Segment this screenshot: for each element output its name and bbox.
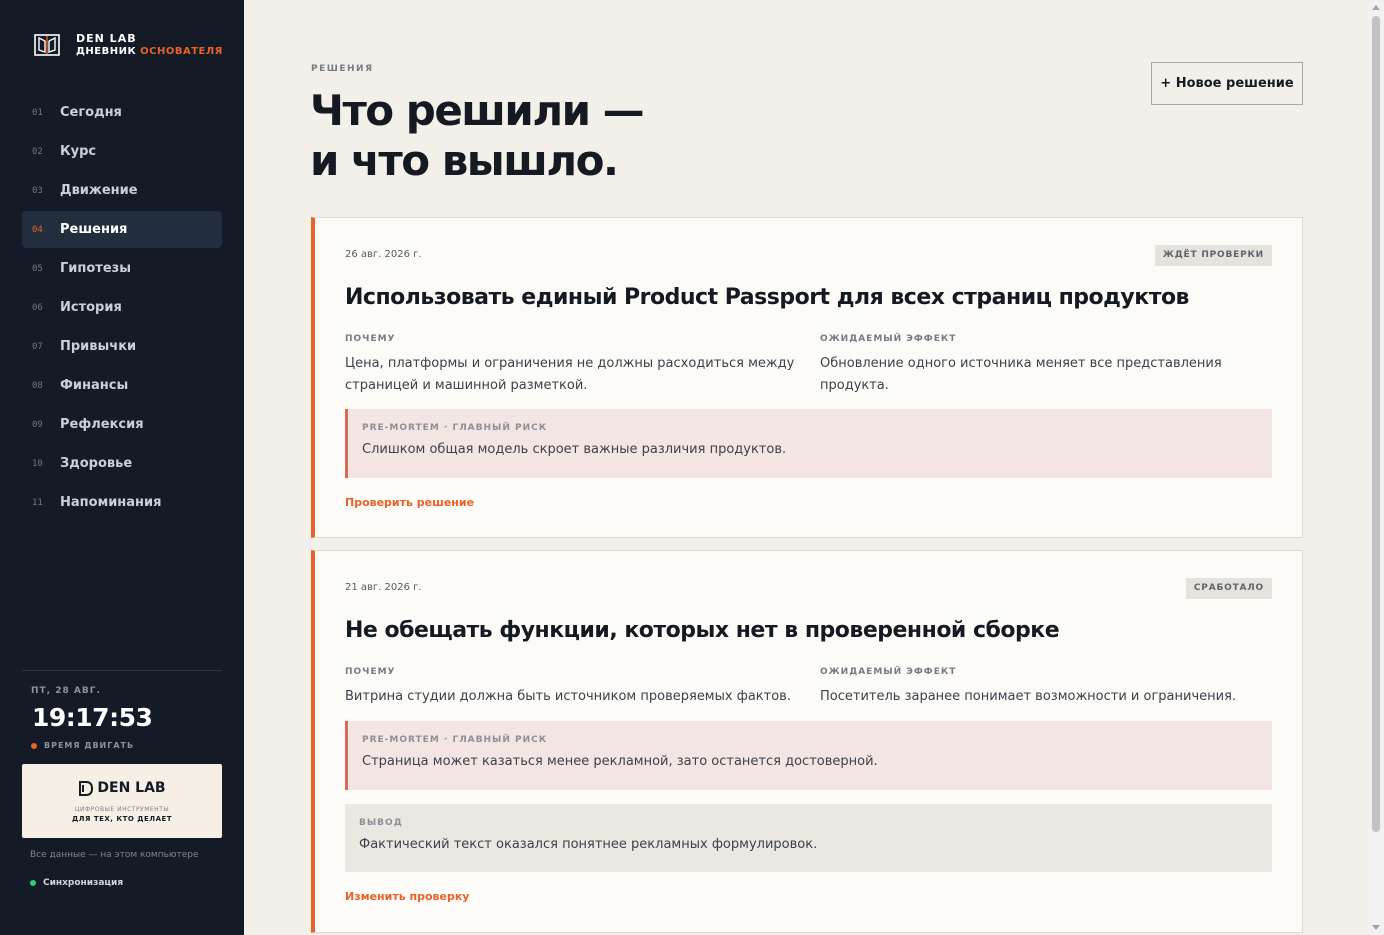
nav-item-number: 07 (32, 341, 43, 352)
nav-item-label: Движение (60, 183, 138, 198)
sync-label: Синхронизация (43, 878, 124, 888)
den-lab-mark-icon (79, 780, 94, 796)
effect-column: ОЖИДАЕМЫЙ ЭФФЕКТ Обновление одного источ… (820, 334, 1270, 397)
page-title-line1: Что решили — (310, 86, 645, 135)
main-content: РЕШЕНИЯ Что решили — и что вышло. + Ново… (244, 0, 1368, 935)
why-label: ПОЧЕМУ (345, 334, 396, 344)
why-text: Цена, платформы и ограничения не должны … (345, 356, 795, 393)
den-lab-logo-icon (34, 34, 60, 56)
nav-item-number: 11 (32, 497, 43, 508)
risk-label: PRE-MORTEM · ГЛАВНЫЙ РИСК (362, 423, 548, 433)
motto-text: ВРЕМЯ ДВИГАТЬ (44, 741, 135, 750)
nav-item-number: 06 (32, 302, 43, 313)
nav-item-history[interactable]: 06 История (22, 289, 222, 326)
nav-item-number: 01 (32, 107, 43, 118)
nav-item-today[interactable]: 01 Сегодня (22, 94, 222, 131)
new-decision-button[interactable]: + Новое решение (1151, 62, 1303, 105)
decision-date: 21 авг. 2026 г. (345, 582, 422, 593)
nav-item-reminders[interactable]: 11 Напоминания (22, 484, 222, 521)
conclusion-label: ВЫВОД (359, 818, 403, 828)
promo-tagline: ДЛЯ ТЕХ, КТО ДЕЛАЕТ (71, 815, 173, 823)
nav-item-label: Привычки (60, 339, 137, 354)
nav-item-movement[interactable]: 03 Движение (22, 172, 222, 209)
brand-name: DEN LAB (76, 32, 137, 45)
nav-item-number: 04 (32, 224, 43, 235)
check-decision-link[interactable]: Проверить решение (345, 496, 474, 509)
promo-subtitle: ЦИФРОВЫЕ ИНСТРУМЕНТЫ (74, 806, 170, 813)
sidebar: DEN LAB ДНЕВНИК ОСНОВАТЕЛЯ 01 Сегодня 02 К… (0, 0, 244, 935)
effect-text: Посетитель заранее понимает возможности … (820, 689, 1237, 704)
page-title-line2: и что вышло. (310, 136, 619, 185)
decision-card: 26 авг. 2026 г. ЖДЁТ ПРОВЕРКИ Использова… (311, 217, 1303, 538)
premortem-risk-box: PRE-MORTEM · ГЛАВНЫЙ РИСК Страница может… (345, 721, 1272, 790)
scrollbar-thumb[interactable] (1372, 16, 1380, 832)
nav-item-number: 09 (32, 419, 43, 430)
brand-subtitle-accent: ОСНОВАТЕЛЯ (140, 46, 223, 57)
decision-card: 21 авг. 2026 г. СРАБОТАЛО Не обещать фун… (311, 550, 1303, 933)
nav-item-reflection[interactable]: 09 Рефлексия (22, 406, 222, 443)
nav-item-label: Гипотезы (60, 261, 131, 276)
status-badge: СРАБОТАЛО (1185, 578, 1272, 599)
nav-item-number: 02 (32, 146, 43, 157)
sidebar-footer: ПТ, 28 АВГ. 19:17:53 ВРЕМЯ ДВИГАТЬ DEN L… (22, 670, 222, 888)
conclusion-text: Фактический текст оказался понятнее рекл… (359, 837, 818, 852)
nav-item-course[interactable]: 02 Курс (22, 133, 222, 170)
main-nav: 01 Сегодня 02 Курс 03 Движение 04 Решения 05… (22, 94, 222, 523)
conclusion-box: ВЫВОД Фактический текст оказался понятне… (345, 804, 1272, 872)
brand-subtitle: ДНЕВНИК ОСНОВАТЕЛЯ (76, 45, 223, 58)
nav-item-number: 10 (32, 458, 43, 469)
decision-date: 26 авг. 2026 г. (345, 249, 422, 260)
effect-label: ОЖИДАЕМЫЙ ЭФФЕКТ (820, 334, 957, 344)
promo-title-text: DEN LAB (97, 780, 166, 796)
scroll-up-icon[interactable] (1372, 5, 1380, 10)
nav-item-label: Сегодня (60, 105, 122, 120)
effect-column: ОЖИДАЕМЫЙ ЭФФЕКТ Посетитель заранее пони… (820, 667, 1270, 708)
decision-title: Использовать единый Product Passport для… (345, 285, 1189, 310)
page-scrollbar[interactable] (1368, 0, 1384, 935)
page-title: Что решили — и что вышло. (310, 86, 910, 186)
sync-status-dot-icon (30, 880, 36, 886)
nav-item-label: Напоминания (60, 495, 162, 510)
nav-item-number: 03 (32, 185, 43, 196)
nav-item-decisions[interactable]: 04 Решения (22, 211, 222, 248)
why-column: ПОЧЕМУ Витрина студии должна быть источн… (345, 667, 795, 708)
risk-text: Страница может казаться менее рекламной,… (362, 754, 878, 769)
motto-dot-icon (31, 742, 37, 749)
nav-item-label: Решения (60, 222, 128, 237)
premortem-risk-box: PRE-MORTEM · ГЛАВНЫЙ РИСК Слишком общая … (345, 409, 1272, 478)
nav-item-label: История (60, 300, 122, 315)
effect-label: ОЖИДАЕМЫЙ ЭФФЕКТ (820, 667, 957, 677)
nav-item-finance[interactable]: 08 Финансы (22, 367, 222, 404)
nav-item-number: 08 (32, 380, 43, 391)
decision-title: Не обещать функции, которых нет в провер… (345, 618, 1060, 643)
nav-item-label: Финансы (60, 378, 129, 393)
nav-item-health[interactable]: 10 Здоровье (22, 445, 222, 482)
sync-button[interactable]: Синхронизация (30, 878, 222, 888)
current-time: 19:17:53 (32, 703, 153, 732)
section-eyebrow: РЕШЕНИЯ (311, 64, 374, 74)
current-date: ПТ, 28 АВГ. (31, 686, 101, 696)
effect-text: Обновление одного источника меняет все п… (820, 356, 1222, 393)
nav-item-habits[interactable]: 07 Привычки (22, 328, 222, 365)
why-text: Витрина студии должна быть источником пр… (345, 689, 791, 704)
risk-label: PRE-MORTEM · ГЛАВНЫЙ РИСК (362, 735, 548, 745)
edit-check-link[interactable]: Изменить проверку (345, 890, 469, 903)
nav-item-number: 05 (32, 263, 43, 274)
brand-subtitle-prefix: ДНЕВНИК (76, 46, 141, 57)
motto: ВРЕМЯ ДВИГАТЬ (31, 741, 222, 750)
why-column: ПОЧЕМУ Цена, платформы и ограничения не … (345, 334, 795, 397)
status-badge: ЖДЁТ ПРОВЕРКИ (1154, 245, 1272, 266)
risk-text: Слишком общая модель скроет важные разли… (362, 442, 787, 457)
scroll-down-icon[interactable] (1372, 925, 1380, 930)
nav-item-label: Рефлексия (60, 417, 144, 432)
promo-title: DEN LAB (22, 780, 222, 796)
den-lab-promo-card[interactable]: DEN LAB ЦИФРОВЫЕ ИНСТРУМЕНТЫ ДЛЯ ТЕХ, КТ… (22, 764, 222, 838)
nav-item-hypotheses[interactable]: 05 Гипотезы (22, 250, 222, 287)
local-data-note: Все данные — на этом компьютере (30, 850, 199, 860)
why-label: ПОЧЕМУ (345, 667, 396, 677)
brand[interactable]: DEN LAB ДНЕВНИК ОСНОВАТЕЛЯ (34, 32, 223, 58)
nav-item-label: Здоровье (60, 456, 133, 471)
nav-item-label: Курс (60, 144, 97, 159)
